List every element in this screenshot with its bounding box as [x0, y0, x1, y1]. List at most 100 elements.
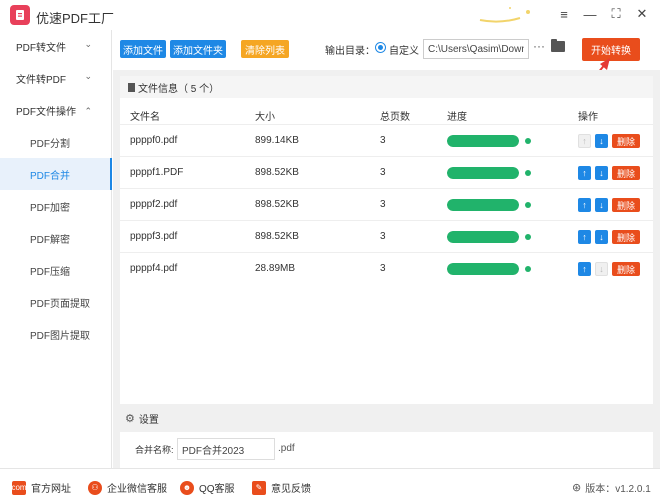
sidebar-item-pdf-split[interactable]: PDF分割 [0, 126, 112, 158]
file-pages-cell: 3 [380, 263, 386, 274]
file-size-cell: 898.52KB [255, 167, 299, 178]
sidebar-item-pdf-image-extract[interactable]: PDF图片提取 [0, 318, 112, 350]
file-name-cell: ppppf4.pdf [130, 263, 178, 274]
chevron-down-icon: ⌄ [84, 39, 92, 49]
delete-button[interactable]: 删除 [612, 230, 640, 244]
chevron-down-icon: ⌄ [84, 71, 92, 81]
custom-radio[interactable] [375, 42, 386, 53]
move-up-icon[interactable]: ↑ [578, 166, 591, 180]
column-header-progress: 进度 [447, 112, 467, 123]
sidebar-item-pdf-merge[interactable]: PDF合并 [0, 158, 112, 190]
content-area: 文件信息（ 5 个） 文件名 大小 总页数 进度 操作 ppppf0.pdf 89… [113, 70, 660, 468]
close-icon[interactable]: ✕ [634, 6, 650, 22]
move-up-icon[interactable]: ↑ [578, 134, 591, 148]
move-down-icon[interactable]: ↓ [595, 230, 608, 244]
feedback-label: 意见反馈 [271, 484, 311, 495]
maximize-icon[interactable]: ⛶ [608, 6, 624, 22]
table-row: ppppf0.pdf 899.14KB 3 ↑ ↓ 删除 [120, 124, 653, 156]
file-pages-cell: 3 [380, 199, 386, 210]
wechat-label: 企业微信客服 [107, 484, 167, 495]
file-name-cell: ppppf2.pdf [130, 199, 178, 210]
title-decoration-icon [479, 7, 530, 23]
wechat-service-link[interactable]: ⚇ 企业微信客服 [88, 480, 167, 495]
qq-service-link[interactable]: ☻ QQ客服 [180, 480, 235, 495]
version-info: ⊛ 版本：v1.2.0.1 [572, 480, 651, 495]
chevron-up-icon: ⌃ [84, 106, 92, 116]
table-row: ppppf3.pdf 898.52KB 3 ↑ ↓ 删除 [120, 220, 653, 252]
progress-fill [447, 135, 519, 147]
progress-fill [447, 199, 519, 211]
feedback-link[interactable]: ✎ 意见反馈 [252, 480, 311, 495]
sidebar: PDF转文件 ⌄ 文件转PDF ⌄ PDF文件操作 ⌃ PDF分割 PDF合并 … [0, 30, 112, 468]
more-options-icon[interactable]: ··· [533, 39, 547, 53]
sidebar-item-pdf-compress[interactable]: PDF压缩 [0, 254, 112, 286]
file-pages-cell: 3 [380, 167, 386, 178]
footer: com 官方网址 ⚇ 企业微信客服 ☻ QQ客服 ✎ 意见反馈 ⊛ 版本：v1.… [0, 468, 660, 502]
sidebar-item-pdf-page-extract[interactable]: PDF页面提取 [0, 286, 112, 318]
delete-button[interactable]: 删除 [612, 166, 640, 180]
file-pages-cell: 3 [380, 135, 386, 146]
progress-fill [447, 167, 519, 179]
file-size-cell: 898.52KB [255, 199, 299, 210]
wechat-icon: ⚇ [88, 480, 102, 495]
clear-list-button[interactable]: 清除列表 [241, 40, 289, 58]
menu-icon[interactable]: ≡ [556, 6, 572, 22]
file-panel-title: 文件信息（ 5 个） [138, 83, 220, 95]
delete-button[interactable]: 删除 [612, 134, 640, 148]
column-header-pages: 总页数 [380, 112, 410, 123]
version-icon: ⊛ [572, 482, 582, 494]
column-header-name: 文件名 [130, 112, 160, 123]
settings-title: 设置 [138, 414, 159, 426]
add-folder-button[interactable]: 添加文件夹 [170, 40, 226, 58]
version-label: 版本：v1.2.0.1 [585, 484, 651, 495]
file-size-cell: 28.89MB [255, 263, 296, 274]
merge-name-input[interactable] [177, 438, 275, 460]
move-down-icon[interactable]: ↓ [595, 262, 608, 276]
website-label: 官方网址 [31, 484, 71, 495]
progress-bar [447, 199, 519, 211]
move-up-icon[interactable]: ↑ [578, 230, 591, 244]
app-title: 优速PDF工厂 [36, 11, 115, 26]
merge-name-label: 合并名称: [135, 445, 174, 455]
move-down-icon[interactable]: ↓ [595, 198, 608, 212]
delete-button[interactable]: 删除 [612, 198, 640, 212]
sidebar-group-pdf-operations[interactable]: PDF文件操作 ⌃ [0, 94, 112, 126]
sidebar-item-pdf-decrypt[interactable]: PDF解密 [0, 222, 112, 254]
folder-icon[interactable] [551, 39, 565, 52]
column-header-actions: 操作 [578, 112, 598, 123]
column-header-size: 大小 [255, 112, 275, 123]
file-panel-header: 文件信息（ 5 个） [120, 76, 653, 98]
sidebar-item-pdf-encrypt[interactable]: PDF加密 [0, 190, 112, 222]
website-icon: com [11, 480, 27, 495]
move-up-icon[interactable]: ↑ [578, 198, 591, 212]
file-name-cell: ppppf3.pdf [130, 231, 178, 242]
sidebar-group-label: PDF转文件 [16, 42, 66, 54]
gear-icon: ⚙ [125, 412, 135, 425]
settings-header: ⚙ 设置 [113, 404, 660, 432]
sidebar-group-file-to-pdf[interactable]: 文件转PDF ⌄ [0, 62, 112, 94]
settings-panel: 合并名称: .pdf [120, 432, 653, 468]
status-dot [525, 170, 531, 176]
table-row: ppppf1.PDF 898.52KB 3 ↑ ↓ 删除 [120, 156, 653, 188]
table-row: ppppf4.pdf 28.89MB 3 ↑ ↓ 删除 [120, 252, 653, 284]
file-list-panel: 文件信息（ 5 个） 文件名 大小 总页数 进度 操作 ppppf0.pdf 89… [120, 76, 653, 404]
file-size-cell: 898.52KB [255, 231, 299, 242]
move-down-icon[interactable]: ↓ [595, 134, 608, 148]
move-down-icon[interactable]: ↓ [595, 166, 608, 180]
progress-bar [447, 263, 519, 275]
output-path-input[interactable] [423, 39, 529, 59]
qq-label: QQ客服 [199, 484, 235, 495]
add-file-button[interactable]: 添加文件 [120, 40, 166, 58]
progress-bar [447, 231, 519, 243]
merge-name-suffix: .pdf [278, 443, 295, 454]
website-link[interactable]: com 官方网址 [11, 480, 71, 495]
sidebar-group-pdf-to-file[interactable]: PDF转文件 ⌄ [0, 30, 112, 62]
file-pages-cell: 3 [380, 231, 386, 242]
delete-button[interactable]: 删除 [612, 262, 640, 276]
move-up-icon[interactable]: ↑ [578, 262, 591, 276]
minimize-icon[interactable]: — [582, 6, 598, 22]
table-row: ppppf2.pdf 898.52KB 3 ↑ ↓ 删除 [120, 188, 653, 220]
custom-radio-label[interactable]: 自定义 [389, 42, 419, 57]
status-dot [525, 138, 531, 144]
status-dot [525, 234, 531, 240]
